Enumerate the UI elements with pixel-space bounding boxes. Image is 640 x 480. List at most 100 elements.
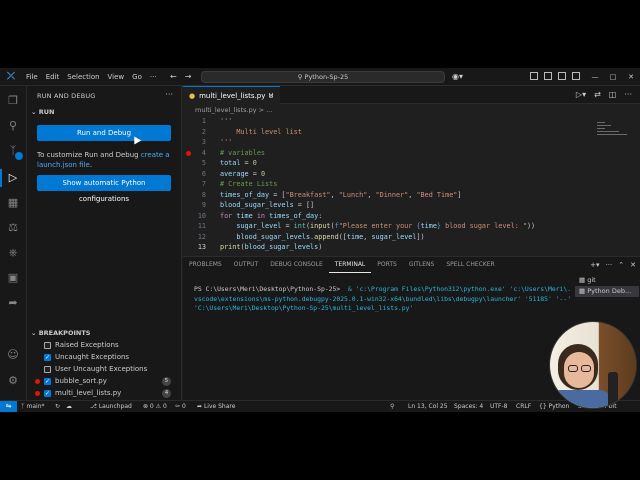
close-window-icon[interactable]: ✕	[622, 68, 640, 86]
live-share-item[interactable]: ➦ Live Share	[197, 401, 235, 412]
branch-indicator[interactable]: ᛉ main*	[21, 401, 45, 412]
launchpad-label: Launchpad	[98, 403, 132, 410]
maximize-panel-icon[interactable]: ⌃	[618, 257, 624, 273]
tab-debug-console[interactable]: DEBUG CONSOLE	[264, 257, 329, 273]
breakpoint-row[interactable]: ✓ multi_level_lists.py 4	[35, 387, 175, 399]
back-arrow-icon[interactable]: ←	[170, 68, 177, 86]
breakpoint-row[interactable]: Raised Exceptions	[35, 339, 175, 351]
line-number: 3	[201, 138, 206, 146]
split-editor-icon[interactable]: ◫	[609, 86, 617, 104]
code-line: 7 # Create Lists	[183, 179, 593, 190]
command-center-search[interactable]: ⚲ Python-Sp-25	[201, 71, 445, 83]
terminal-item-python-debug[interactable]: ▦ Python Deb...	[575, 286, 639, 297]
sync-icon[interactable]: ↻	[55, 401, 60, 412]
terminal-item-label: git	[587, 276, 596, 284]
breakpoints-section-header[interactable]: ⌄ BREAKPOINTS	[31, 329, 90, 337]
menu-view[interactable]: View	[104, 68, 129, 86]
code-line: 11 sugar_level = int(input(f"Please ente…	[183, 221, 593, 232]
code-text: print(blood_sugar_levels)	[220, 243, 323, 251]
gitlens-icon[interactable]: ⎈	[6, 246, 20, 260]
tab-terminal[interactable]: TERMINAL	[328, 257, 372, 273]
breakpoint-checkbox[interactable]	[44, 341, 51, 349]
breakpoint-dot-icon[interactable]	[186, 150, 191, 156]
line-number: 9	[201, 201, 206, 209]
new-terminal-icon[interactable]: +▾	[590, 257, 599, 273]
panel-more-icon[interactable]: ···	[606, 257, 613, 273]
remote-indicator-icon[interactable]: ⇋	[0, 401, 17, 412]
customize-label: To customize Run and Debug	[37, 151, 141, 159]
close-tab-icon[interactable]: ✕	[268, 92, 274, 100]
indentation[interactable]: Spaces: 4	[454, 401, 483, 412]
menu-go[interactable]: Go	[128, 68, 146, 86]
breakpoint-row[interactable]: User Uncaught Exceptions	[35, 363, 175, 375]
tab-ports[interactable]: PORTS	[371, 257, 403, 273]
editor-tab[interactable]: ● multi_level_lists.py U ✕	[183, 86, 280, 104]
minimap-line	[597, 131, 619, 132]
launchpad-item[interactable]: ⎇ Launchpad	[90, 401, 132, 412]
tab-problems[interactable]: PROBLEMS	[183, 257, 228, 273]
close-panel-icon[interactable]: ✕	[630, 257, 636, 273]
breakpoint-dot-icon	[35, 355, 40, 360]
code-line: 5 total = 0	[183, 158, 593, 169]
breakpoint-row[interactable]: ✓ Uncaught Exceptions	[35, 351, 175, 363]
breakpoint-label: Raised Exceptions	[55, 341, 119, 349]
breadcrumb[interactable]: multi_level_lists.py > ...	[183, 104, 640, 116]
editor-tab-bar: ● multi_level_lists.py U ✕ ▷▾ ⇄ ◫ ···	[183, 86, 640, 104]
live-share-icon[interactable]: ➦	[6, 296, 20, 310]
microphone-icon	[608, 372, 618, 408]
toggle-sidebar-icon[interactable]	[530, 72, 538, 80]
testing-icon[interactable]: ⚖	[6, 221, 20, 235]
terminal-item-git[interactable]: ▦ git	[575, 275, 639, 286]
tab-spell-checker[interactable]: SPELL CHECKER	[440, 257, 500, 273]
minimize-icon[interactable]: —	[586, 68, 604, 86]
encoding[interactable]: UTF-8	[490, 401, 508, 412]
menu-more[interactable]: ···	[146, 68, 161, 86]
zoom-icon[interactable]: ⚲	[390, 401, 394, 412]
breakpoint-checkbox[interactable]: ✓	[44, 377, 51, 385]
ports-indicator[interactable]: ⚰ 0	[175, 401, 186, 412]
minimap[interactable]	[593, 116, 633, 256]
code-text: '''	[220, 117, 233, 125]
code-line: 1 '''	[183, 116, 593, 127]
cursor-position[interactable]: Ln 13, Col 25	[408, 401, 448, 412]
extensions-icon[interactable]: ▦	[6, 196, 20, 210]
menu-edit[interactable]: Edit	[42, 68, 64, 86]
settings-gear-icon[interactable]: ⚙	[6, 374, 20, 388]
explorer-icon[interactable]: ❐	[6, 94, 20, 108]
editor-more-icon[interactable]: ···	[624, 86, 632, 104]
account-icon[interactable]: ☺	[6, 348, 20, 362]
breakpoint-row[interactable]: ✓ bubble_sort.py 5	[35, 375, 175, 387]
code-line: 2 Multi level list	[183, 127, 593, 138]
toggle-panel-icon[interactable]	[544, 72, 552, 80]
forward-arrow-icon[interactable]: →	[185, 68, 192, 86]
open-changes-icon[interactable]: ⇄	[594, 86, 601, 104]
run-file-icon[interactable]: ▷▾	[576, 86, 586, 104]
terminal-prompt: PS C:\Users\Meri\Desktop\Python-Sp-25>	[194, 285, 345, 293]
breakpoint-checkbox[interactable]	[44, 365, 51, 373]
terminal-output[interactable]: PS C:\Users\Meri\Desktop\Python-Sp-25> &…	[194, 285, 574, 314]
show-python-configurations-button[interactable]: Show automatic Python configurations	[37, 175, 171, 203]
customize-layout-icon[interactable]	[572, 72, 580, 80]
breakpoint-checkbox[interactable]: ✓	[44, 353, 51, 361]
breakpoint-checkbox[interactable]: ✓	[44, 389, 51, 397]
code-text: total = 0	[220, 159, 257, 167]
run-and-debug-button[interactable]: Run and Debug	[37, 125, 171, 141]
webcam-overlay	[549, 321, 637, 409]
tab-output[interactable]: OUTPUT	[228, 257, 264, 273]
problems-count[interactable]: ⊗ 0 ⚠ 0	[143, 401, 167, 412]
copilot-icon[interactable]: ◉▾	[452, 68, 463, 86]
run-debug-icon[interactable]: ▷	[6, 171, 20, 185]
remote-explorer-icon[interactable]: ▣	[6, 271, 20, 285]
tab-gitlens[interactable]: GITLENS	[403, 257, 441, 273]
code-editor[interactable]: 1 ''' 2 Multi level list 3 ''' 4 # variable…	[183, 116, 593, 256]
toggle-secondary-sidebar-icon[interactable]	[558, 72, 566, 80]
line-ending[interactable]: CRLF	[516, 401, 531, 412]
breakpoint-label: bubble_sort.py	[55, 377, 107, 385]
maximize-icon[interactable]: □	[604, 68, 622, 86]
menu-selection[interactable]: Selection	[63, 68, 103, 86]
sidebar-more-icon[interactable]: ···	[165, 90, 173, 99]
cloud-icon[interactable]: ☁	[66, 401, 72, 412]
run-section-header[interactable]: ⌄ RUN	[31, 108, 54, 116]
menu-file[interactable]: File	[22, 68, 42, 86]
search-icon[interactable]: ⚲	[6, 119, 20, 133]
